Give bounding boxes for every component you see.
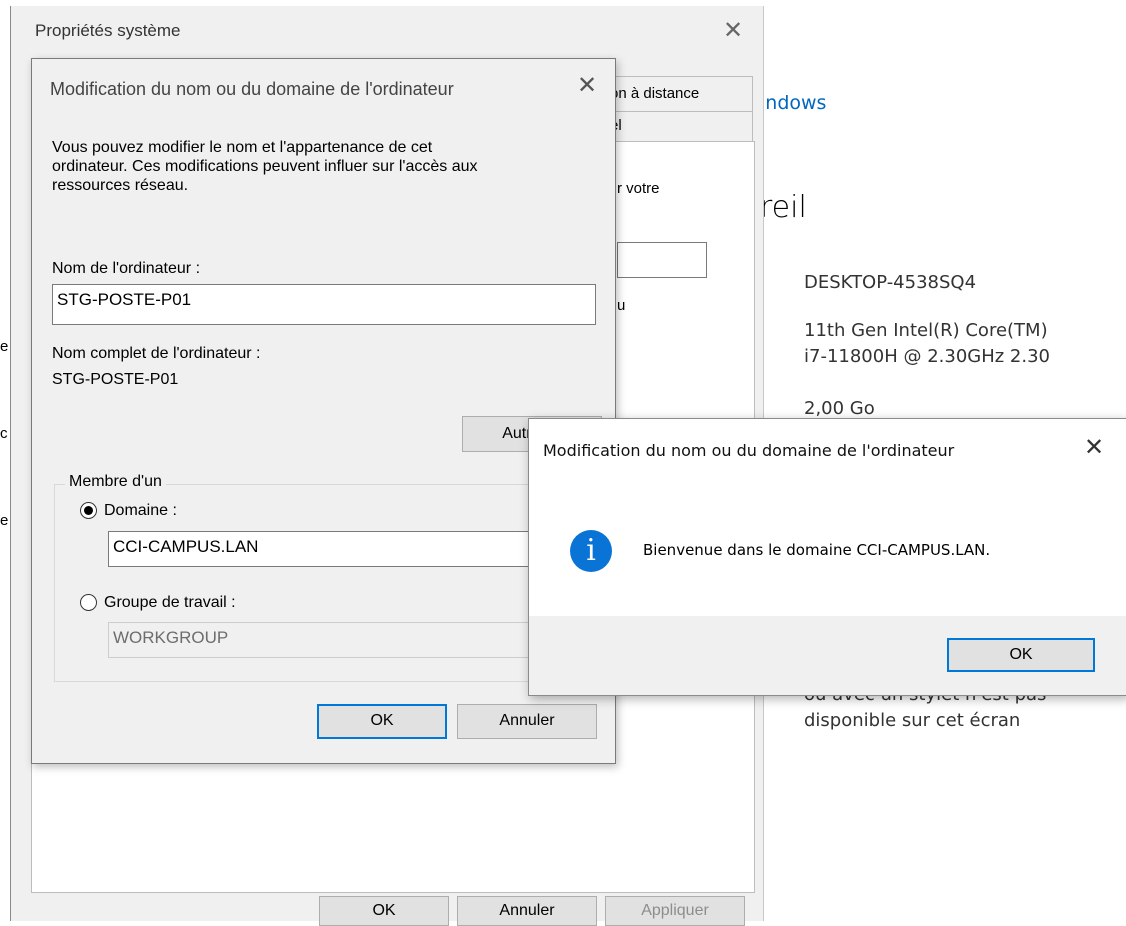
processor-value-line2: i7-11800H @ 2.30GHz 2.30 (804, 346, 1050, 367)
workgroup-input[interactable]: WORKGROUP (108, 622, 578, 658)
message-box-footer: OK (529, 616, 1126, 695)
computer-name-label: Nom de l'ordinateur : (52, 260, 201, 277)
member-of-label: Membre d'un (65, 472, 166, 491)
text-fragment: u (617, 297, 626, 314)
domain-input[interactable]: CCI-CAMPUS.LAN (108, 531, 578, 567)
info-icon: i (570, 530, 612, 572)
window-title: Propriétés système (35, 21, 181, 40)
close-icon[interactable]: ✕ (1084, 433, 1104, 462)
description-fragment: r votre (617, 180, 660, 197)
tab-remote-label: on à distance (610, 85, 700, 102)
background-text-fragment: e (0, 512, 9, 529)
domain-label: Domaine : (104, 502, 177, 519)
cancel-button[interactable]: Annuler (457, 896, 597, 926)
domain-value: CCI-CAMPUS.LAN (113, 537, 259, 556)
close-icon[interactable]: ✕ (577, 71, 597, 100)
domain-radio[interactable] (80, 502, 97, 519)
device-name-value: DESKTOP-4538SQ4 (804, 272, 977, 293)
pen-touch-line2: disponible sur cet écran (804, 710, 1021, 731)
tab-partial[interactable]: el (603, 111, 753, 142)
tab-remote[interactable]: on à distance (603, 76, 753, 112)
description-input[interactable] (617, 242, 707, 278)
welcome-message: Bienvenue dans le domaine CCI-CAMPUS.LAN… (643, 541, 991, 559)
background-text-fragment: e (0, 338, 9, 355)
computer-name-input[interactable]: STG-POSTE-P01 (52, 284, 596, 325)
description-line3: ressources réseau. (52, 177, 189, 194)
dialog-title: Modification du nom ou du domaine de l'o… (50, 79, 454, 99)
workgroup-label: Groupe de travail : (104, 594, 236, 611)
full-name-label: Nom complet de l'ordinateur : (52, 345, 261, 362)
background-text-fragment: c (0, 425, 8, 442)
workgroup-radio[interactable] (80, 594, 97, 611)
settings-heading: reil (760, 190, 807, 225)
welcome-message-box: Modification du nom ou du domaine de l'o… (528, 418, 1126, 696)
apply-button[interactable]: Appliquer (605, 896, 745, 926)
settings-link[interactable]: indows (760, 92, 826, 114)
description-line1: Vous pouvez modifier le nom et l'apparte… (52, 139, 433, 156)
cancel-button[interactable]: Annuler (457, 704, 597, 739)
message-box-title: Modification du nom ou du domaine de l'o… (543, 441, 955, 460)
close-icon[interactable]: ✕ (723, 16, 743, 45)
description-line2: ordinateur. Ces modifications peuvent in… (52, 158, 478, 175)
workgroup-value: WORKGROUP (113, 628, 229, 647)
ok-button[interactable]: OK (317, 704, 447, 739)
ok-button[interactable]: OK (947, 638, 1095, 672)
full-name-value: STG-POSTE-P01 (52, 371, 179, 388)
ok-button[interactable]: OK (319, 896, 449, 926)
processor-value-line1: 11th Gen Intel(R) Core(TM) (804, 320, 1048, 341)
computer-name-value: STG-POSTE-P01 (57, 290, 192, 309)
